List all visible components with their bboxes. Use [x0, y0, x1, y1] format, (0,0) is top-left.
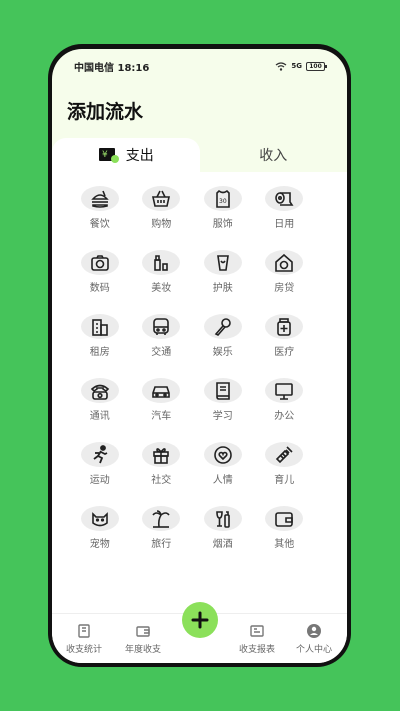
heart-bubble-icon: [213, 445, 232, 464]
category-item[interactable]: 日用: [254, 186, 316, 230]
plus-icon: [191, 611, 209, 629]
category-item[interactable]: 烟酒: [192, 506, 254, 550]
add-record-button[interactable]: [182, 602, 218, 638]
wallet-icon: [275, 511, 294, 527]
burger-icon: [90, 190, 109, 208]
tab-expense-label: 支出: [125, 148, 154, 164]
carrier-time: 中国电信 18:16: [74, 62, 150, 74]
category-item[interactable]: 育儿: [254, 442, 316, 486]
user-icon: [307, 624, 321, 638]
toilet-paper-icon: [275, 191, 294, 206]
category-panel: 餐饮 购物 30 服饰 日用 数码 美妆 护肤 房贷 租房 交通 娱乐 医疗 通…: [52, 172, 347, 613]
app-screen: 中国电信 18:16 5G 100 添加流水 ¥ 支出 收入 餐饮 购物 30 …: [52, 49, 347, 663]
skincare-icon: [216, 254, 229, 271]
tab-bar: ¥ 支出 收入: [52, 138, 347, 172]
category-item[interactable]: 租房: [69, 314, 131, 358]
tab-expense[interactable]: ¥ 支出: [52, 138, 200, 172]
category-item[interactable]: 房贷: [254, 250, 316, 294]
category-item[interactable]: 餐饮: [69, 186, 131, 230]
svg-text:30: 30: [219, 198, 227, 205]
category-item[interactable]: 宠物: [69, 506, 131, 550]
category-item[interactable]: 人情: [192, 442, 254, 486]
book-icon: [215, 381, 230, 400]
camera-icon: [90, 254, 109, 271]
building-icon: [91, 318, 108, 336]
category-item[interactable]: 娱乐: [192, 314, 254, 358]
medicine-icon: [277, 317, 292, 336]
baby-bottle-icon: [276, 445, 293, 463]
category-item[interactable]: 数码: [69, 250, 131, 294]
runner-icon: [93, 444, 108, 463]
annual-icon: [136, 626, 150, 637]
nav-annual[interactable]: 年度收支: [114, 623, 172, 655]
category-item[interactable]: 30 服饰: [192, 186, 254, 230]
category-item[interactable]: 医疗: [254, 314, 316, 358]
svg-text:¥: ¥: [102, 150, 108, 160]
monitor-icon: [275, 382, 294, 400]
basket-icon: [152, 190, 171, 207]
category-item[interactable]: 运动: [69, 442, 131, 486]
nav-profile[interactable]: 个人中心: [285, 623, 343, 655]
nav-report[interactable]: 收支报表: [228, 623, 286, 655]
category-item[interactable]: 通讯: [69, 378, 131, 422]
category-item[interactable]: 汽车: [131, 378, 193, 422]
microphone-icon: [214, 317, 231, 336]
category-item[interactable]: 护肤: [192, 250, 254, 294]
telephone-icon: [90, 384, 109, 400]
page-title: 添加流水: [67, 101, 144, 123]
category-item[interactable]: 学习: [192, 378, 254, 422]
wine-icon: [215, 510, 230, 528]
status-bar: 中国电信 18:16 5G 100: [52, 49, 347, 83]
category-item[interactable]: 社交: [131, 442, 193, 486]
jersey-icon: 30: [215, 189, 230, 208]
signal-indicator: 5G: [291, 62, 302, 70]
category-item[interactable]: 购物: [131, 186, 193, 230]
nav-stats[interactable]: 收支统计: [55, 623, 113, 655]
tab-income-label: 收入: [259, 148, 288, 164]
wifi-icon: [275, 61, 287, 71]
category-item[interactable]: 其他: [254, 506, 316, 550]
palm-tree-icon: [152, 509, 170, 528]
lipstick-icon: [154, 254, 169, 271]
expense-tab-icon: ¥: [98, 148, 119, 163]
cat-icon: [91, 511, 108, 526]
category-item[interactable]: 美妆: [131, 250, 193, 294]
category-item[interactable]: 旅行: [131, 506, 193, 550]
category-grid: 餐饮 购物 30 服饰 日用 数码 美妆 护肤 房贷 租房 交通 娱乐 医疗 通…: [69, 186, 331, 550]
bus-icon: [153, 317, 170, 335]
house-dollar-icon: [275, 253, 294, 272]
category-item[interactable]: 办公: [254, 378, 316, 422]
gift-icon: [153, 447, 170, 464]
tab-income[interactable]: 收入: [200, 138, 348, 172]
report-icon: [250, 625, 264, 637]
category-item[interactable]: 交通: [131, 314, 193, 358]
car-icon: [152, 385, 171, 398]
stats-icon: [78, 624, 90, 638]
battery-icon: 100: [306, 61, 327, 71]
